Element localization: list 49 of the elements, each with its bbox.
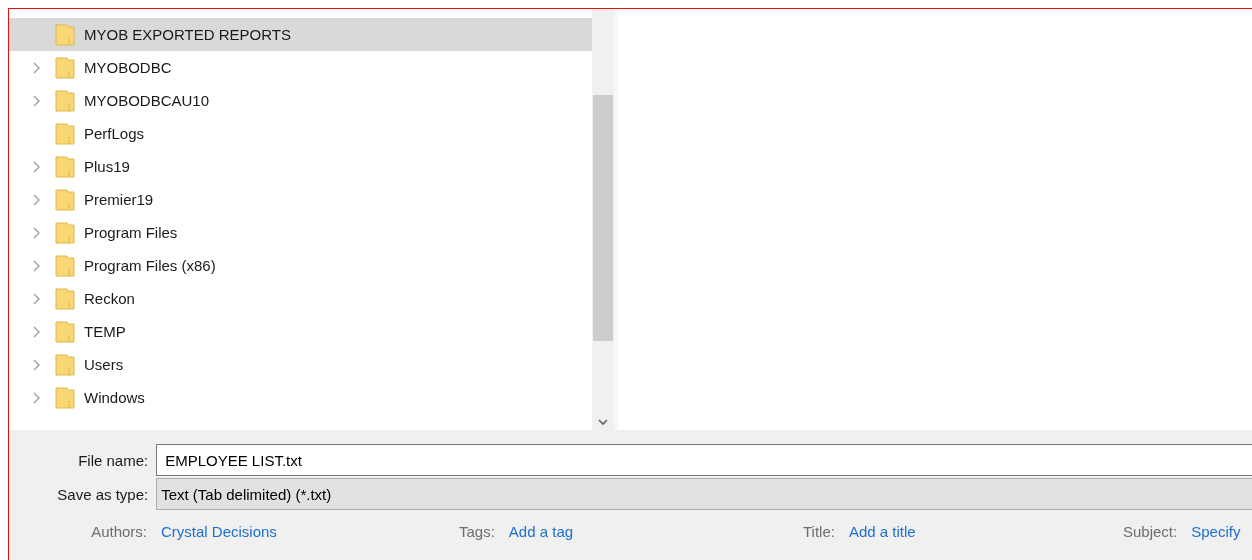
chevron-right-icon[interactable] xyxy=(31,292,41,305)
file-name-label: File name: xyxy=(77,451,149,469)
scrollbar-thumb[interactable] xyxy=(593,95,613,341)
folder-tree-item[interactable]: MYOBODBC xyxy=(9,51,592,84)
folder-tree-item[interactable]: Premier19 xyxy=(9,183,592,216)
chevron-right-icon[interactable] xyxy=(31,226,41,239)
scrollbar[interactable] xyxy=(592,9,614,430)
chevron-right-icon[interactable] xyxy=(31,358,41,371)
folder-tree-item[interactable]: MYOB EXPORTED REPORTS xyxy=(9,18,592,51)
folder-icon xyxy=(55,56,75,79)
metadata-link[interactable]: Crystal Decisions xyxy=(161,523,277,540)
metadata-link[interactable]: Add a title xyxy=(848,523,916,540)
chevron-right-icon[interactable] xyxy=(31,160,41,173)
metadata-label: Subject: xyxy=(1123,523,1178,540)
folder-icon xyxy=(55,89,75,112)
save-as-type-label: Save as type: xyxy=(56,485,149,503)
folder-tree-item[interactable]: PerfLogs xyxy=(9,117,592,150)
folder-icon xyxy=(55,122,75,145)
chevron-right-icon[interactable] xyxy=(31,325,41,338)
metadata-label: Tags: xyxy=(459,523,495,540)
chevron-right-icon[interactable] xyxy=(31,193,41,206)
folder-icon xyxy=(55,320,75,343)
folder-icon xyxy=(55,188,75,211)
folder-icon xyxy=(55,155,75,178)
folder-icon xyxy=(55,386,75,409)
chevron-down-icon[interactable] xyxy=(598,419,608,426)
metadata-label: Authors: xyxy=(90,523,147,540)
folder-tree-item[interactable]: Users xyxy=(9,348,592,381)
chevron-right-icon[interactable] xyxy=(31,94,41,107)
metadata-link[interactable]: Add a tag xyxy=(508,523,574,540)
folder-tree-item[interactable]: Reckon xyxy=(9,282,592,315)
folder-tree-item[interactable]: Program Files (x86) xyxy=(9,249,592,282)
folder-icon xyxy=(55,353,75,376)
metadata-label: Title: xyxy=(803,523,835,540)
folder-tree-item[interactable]: Windows xyxy=(9,381,592,414)
folder-tree-item[interactable]: TEMP xyxy=(9,315,592,348)
folder-tree-item[interactable]: Program Files xyxy=(9,216,592,249)
metadata-link[interactable]: Specify xyxy=(1191,523,1241,540)
chevron-right-icon[interactable] xyxy=(31,61,41,74)
file-name-field[interactable]: EMPLOYEE LIST.txt xyxy=(156,444,1252,476)
folder-icon xyxy=(55,287,75,310)
folder-icon xyxy=(55,221,75,244)
folder-tree-item[interactable]: Plus19 xyxy=(9,150,592,183)
folder-icon xyxy=(55,254,75,277)
chevron-right-icon[interactable] xyxy=(31,259,41,272)
folder-icon xyxy=(55,23,75,46)
folder-tree-item[interactable]: MYOBODBCAU10 xyxy=(9,84,592,117)
chevron-right-icon[interactable] xyxy=(31,391,41,404)
save-as-type-dropdown[interactable]: Text (Tab delimited) (*.txt) xyxy=(156,478,1252,510)
